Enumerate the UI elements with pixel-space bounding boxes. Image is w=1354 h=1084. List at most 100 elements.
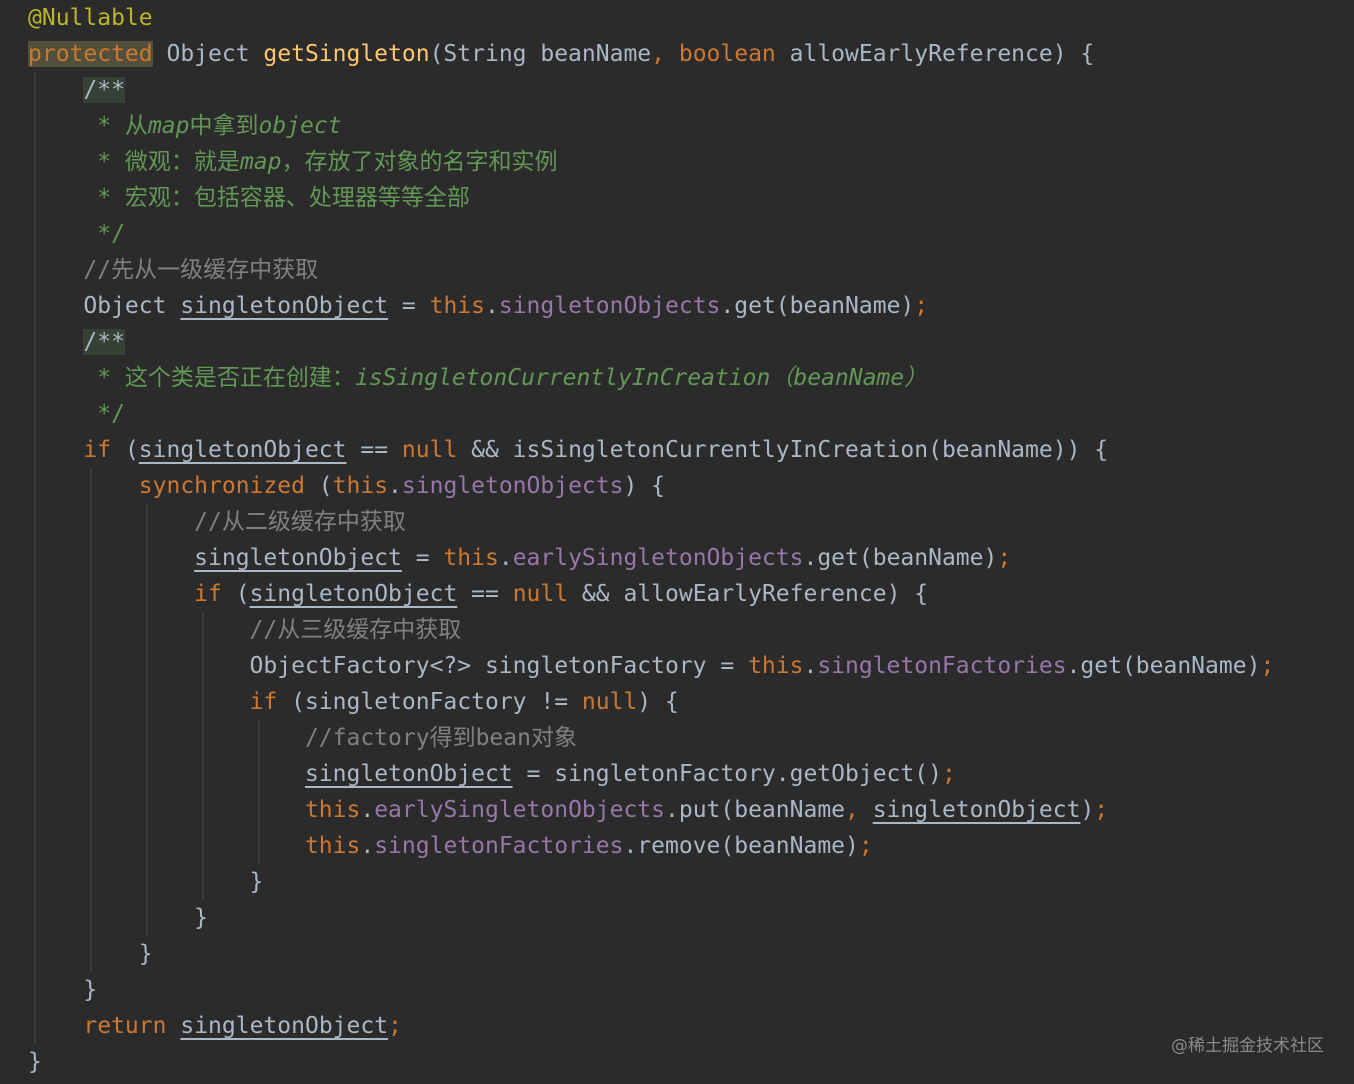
code-line: /** (28, 72, 125, 108)
code-token: } (28, 941, 153, 967)
code-token: this (748, 653, 804, 679)
code-token: //从三级缓存中获取 (28, 617, 462, 643)
code-token: , (651, 41, 679, 67)
code-token: * 从 (28, 113, 148, 139)
code-token: ，存放了对象的名字和实例 (281, 149, 558, 175)
code-token: null (581, 689, 638, 715)
code-token: null (401, 437, 458, 463)
code-token: . (360, 797, 375, 823)
code-token: object (258, 113, 342, 139)
code-token: allowEarlyReference) { (775, 41, 1095, 67)
code-token: singletonObject (304, 761, 513, 787)
code-line: if (singletonFactory != null) { (28, 684, 679, 720)
code-line: protected Object getSingleton(String bea… (28, 36, 1094, 72)
code-line: @Nullable (28, 0, 153, 36)
code-line: /** (28, 324, 125, 360)
code-line: * 从map中拿到object (28, 108, 342, 144)
code-token: this (332, 473, 389, 499)
code-line: synchronized (this.singletonObjects) { (28, 468, 665, 504)
code-line: ObjectFactory<?> singletonFactory = this… (28, 648, 1275, 684)
code-token: } (28, 1049, 42, 1075)
code-token: * 这个类是否正在创建： (28, 365, 355, 391)
code-line: //factory得到bean对象 (28, 720, 577, 756)
code-token: ( (111, 437, 139, 463)
code-token: .remove(beanName) (623, 833, 859, 859)
code-token: . (484, 293, 499, 319)
code-token: this (304, 797, 361, 823)
code-token: && allowEarlyReference) { (568, 581, 929, 607)
code-token: ; (914, 293, 929, 319)
code-token: (singletonFactory != (277, 689, 582, 715)
code-token: if (249, 689, 278, 715)
code-token: singletonObject (249, 581, 458, 607)
code-line: } (28, 1044, 42, 1080)
code-token: .get(beanName) (1066, 653, 1261, 679)
code-token: singletonObject (138, 437, 347, 463)
code-token: map (239, 149, 282, 175)
code-token: singletonObject (872, 797, 1081, 823)
code-token: ; (997, 545, 1012, 571)
code-token: this (443, 545, 499, 571)
code-line: return singletonObject; (28, 1008, 402, 1044)
code-token: ) (1080, 797, 1095, 823)
code-token: boolean (678, 41, 776, 67)
code-line: //先从一级缓存中获取 (28, 252, 318, 288)
code-token: //从二级缓存中获取 (28, 509, 406, 535)
code-token: } (28, 869, 264, 895)
code-token: /** (83, 77, 125, 103)
code-token: . (803, 653, 818, 679)
code-line: this.singletonFactories.remove(beanName)… (28, 828, 873, 864)
code-token: , (845, 797, 873, 823)
code-line: */ (28, 216, 125, 252)
code-line: } (28, 936, 153, 972)
code-line: //从三级缓存中获取 (28, 612, 462, 648)
code-token: Object (28, 293, 181, 319)
code-token: @Nullable (28, 5, 153, 31)
code-token: ; (388, 1013, 402, 1039)
code-line: */ (28, 396, 125, 432)
code-token: ) { (623, 473, 666, 499)
code-token: == (457, 581, 513, 607)
code-line: } (28, 900, 208, 936)
code-token: ; (1094, 797, 1109, 823)
code-token: (String beanName (429, 41, 652, 67)
code-token: ; (858, 833, 873, 859)
code-token: */ (28, 221, 125, 247)
code-token: * 微观：就是 (28, 149, 240, 175)
code-token: .get(beanName) (803, 545, 998, 571)
code-token: singletonFactories (374, 833, 624, 859)
code-token: earlySingletonObjects (374, 797, 665, 823)
code-token: . (498, 545, 513, 571)
code-token: Object (152, 41, 264, 67)
code-token: return (83, 1013, 167, 1039)
code-token: earlySingletonObjects (512, 545, 804, 571)
code-editor[interactable]: @Nullable protected Object getSingleton(S… (0, 0, 1354, 1084)
code-token: isSingletonCurrentlyInCreation（beanName） (354, 365, 928, 391)
code-token: singletonObject (180, 293, 389, 319)
code-line: * 这个类是否正在创建：isSingletonCurrentlyInCreati… (28, 360, 927, 396)
code-token: if (83, 437, 112, 463)
code-token: ) { (637, 689, 679, 715)
watermark: @稀土掘金技术社区 (1171, 1036, 1324, 1056)
code-token: } (28, 977, 98, 1003)
code-token: . (360, 833, 375, 859)
code-token: ; (1260, 653, 1275, 679)
code-token: && isSingletonCurrentlyInCreation(beanNa… (457, 437, 1109, 463)
code-token: singletonFactories (817, 653, 1067, 679)
code-line: Object singletonObject = this.singletonO… (28, 288, 928, 324)
code-token: //先从一级缓存中获取 (28, 257, 319, 283)
code-token: } (28, 905, 209, 931)
code-line: //从二级缓存中获取 (28, 504, 406, 540)
code-token: if (194, 581, 222, 607)
code-token: . (388, 473, 402, 499)
code-token: map (147, 113, 190, 139)
